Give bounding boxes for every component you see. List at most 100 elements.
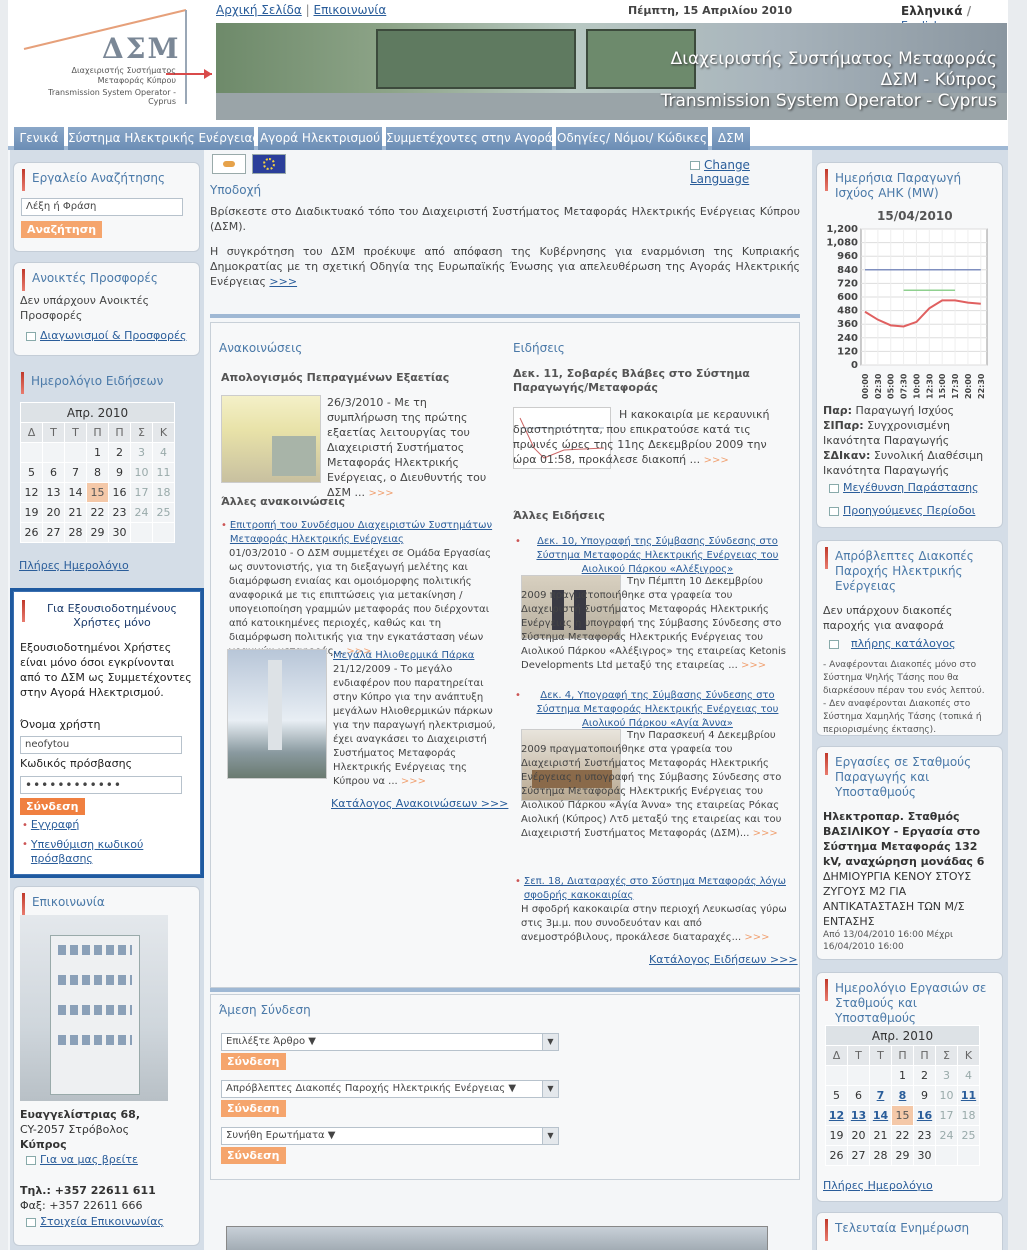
calendar-day[interactable]: 14 (869, 1105, 892, 1126)
calendar-day[interactable]: 2 (913, 1065, 936, 1086)
password-input[interactable]: •••••••••••• (20, 776, 182, 794)
more-arrows[interactable]: >>> (744, 932, 769, 943)
calendar-day[interactable]: 17 (935, 1105, 958, 1126)
calendar-day[interactable]: 4 (152, 442, 175, 463)
calendar-day[interactable]: 6 (42, 462, 65, 483)
register-link[interactable]: Εγγραφή (31, 818, 79, 831)
calendar-day[interactable]: 1 (86, 442, 109, 463)
calendar-day[interactable]: 9 (913, 1085, 936, 1106)
calendar-day[interactable]: 7 (869, 1085, 892, 1106)
lang-greek[interactable]: Ελληνικά (901, 4, 963, 18)
calendar-day[interactable]: 18 (152, 482, 175, 503)
username-input[interactable]: neofytou (20, 736, 182, 754)
calendar-day[interactable]: 14 (64, 482, 87, 503)
calendar-day[interactable]: 13 (847, 1105, 870, 1126)
calendar-day[interactable]: 21 (869, 1125, 892, 1146)
calendar-day[interactable]: 7 (64, 462, 87, 483)
faq-select[interactable]: Συνήθη Ερωτήματα ▼ ▼ (221, 1127, 559, 1145)
calendar-day[interactable]: 12 (20, 482, 43, 503)
calendar-day[interactable]: 1 (891, 1065, 914, 1086)
nav-tab-market[interactable]: Αγορά Ηλεκτρισμού (258, 127, 382, 150)
search-button[interactable]: Αναζήτηση (21, 221, 103, 238)
more-arrows[interactable]: >>> (368, 488, 393, 499)
nav-tab-power-system[interactable]: Σύστημα Ηλεκτρικής Ενέργειας (68, 127, 259, 150)
calendar-day[interactable]: 16 (108, 482, 131, 503)
calendar-day[interactable]: 29 (891, 1145, 914, 1166)
calendar-day[interactable]: 20 (42, 502, 65, 523)
calendar-day[interactable]: 3 (935, 1065, 958, 1086)
flag-cyprus-icon[interactable] (212, 154, 246, 174)
calendar-day[interactable]: 12 (825, 1105, 848, 1126)
more-arrows[interactable]: >>> (741, 660, 766, 671)
calendar-day[interactable]: 5 (20, 462, 43, 483)
home-link[interactable]: Αρχική Σελίδα (216, 3, 302, 17)
report-thumbnail[interactable] (221, 395, 321, 483)
calendar-day[interactable]: 3 (130, 442, 153, 463)
login-button[interactable]: Σύνδεση (20, 798, 85, 815)
search-input[interactable]: Λέξη ή Φράση (21, 198, 183, 216)
password-reminder-link[interactable]: Υπενθύμιση κωδικού πρόσβασης (31, 838, 192, 866)
calendar-day[interactable]: 15 (891, 1105, 914, 1126)
more-arrows[interactable]: >>> (704, 455, 729, 466)
offers-link[interactable]: Διαγωνισμοί & Προσφορές (40, 329, 186, 342)
nav-tab-laws[interactable]: Οδηγίες/ Νόμοι/ Κώδικες (556, 127, 708, 150)
calendar-day[interactable]: 30 (108, 522, 131, 543)
calendar-day[interactable]: 29 (86, 522, 109, 543)
calendar-day[interactable]: 18 (957, 1105, 980, 1126)
welcome-more-link[interactable]: >>> (269, 275, 297, 288)
article-select[interactable]: Επιλέξτε Άρθρο ▼ ▼ (221, 1033, 559, 1051)
outages-select[interactable]: Απρόβλεπτες Διακοπές Παροχής Ηλεκτρικής … (221, 1080, 559, 1098)
enlarge-chart-link[interactable]: Μεγέθυνση Παράστασης (843, 481, 979, 494)
calendar-day[interactable]: 11 (152, 462, 175, 483)
calendar-day[interactable]: 11 (957, 1085, 980, 1106)
full-calendar-link[interactable]: Πλήρες Ημερολόγιο (19, 559, 129, 572)
logo[interactable]: ΔΣΜ Διαχειριστής Συστήματος Μεταφοράς Κύ… (16, 4, 214, 116)
calendar-day[interactable]: 24 (935, 1125, 958, 1146)
flag-eu-icon[interactable] (252, 154, 286, 174)
calendar-day[interactable]: 8 (86, 462, 109, 483)
calendar-day[interactable]: 25 (152, 502, 175, 523)
news-catalog-link[interactable]: Κατάλογος Ειδήσεων >>> (649, 953, 798, 966)
calendar-day[interactable]: 28 (869, 1145, 892, 1166)
direct-link-button-1[interactable]: Σύνδεση (221, 1053, 286, 1070)
calendar-day[interactable]: 19 (825, 1125, 848, 1146)
announcements-catalog-link[interactable]: Κατάλογος Ανακοινώσεων >>> (331, 797, 508, 810)
calendar-day[interactable]: 26 (825, 1145, 848, 1166)
works-full-calendar-link[interactable]: Πλήρες Ημερολόγιο (823, 1179, 933, 1192)
calendar-day[interactable]: 15 (86, 482, 109, 503)
calendar-day[interactable]: 2 (108, 442, 131, 463)
calendar-day[interactable]: 24 (130, 502, 153, 523)
calendar-day[interactable]: 19 (20, 502, 43, 523)
calendar-day[interactable]: 4 (957, 1065, 980, 1086)
announcement-link-2[interactable]: Μεγάλα Ηλιοθερμικά Πάρκα (333, 649, 497, 663)
calendar-day[interactable]: 10 (935, 1085, 958, 1106)
calendar-day[interactable]: 23 (913, 1125, 936, 1146)
news-link-2[interactable]: Δεκ. 4, Υπογραφή της Σύμβασης Σύνδεσης σ… (524, 689, 791, 731)
calendar-day[interactable]: 30 (913, 1145, 936, 1166)
nav-tab-participants[interactable]: Συμμετέχοντες στην Αγορά (386, 127, 553, 150)
calendar-day[interactable]: 22 (891, 1125, 914, 1146)
calendar-day[interactable]: 6 (847, 1085, 870, 1106)
calendar-day[interactable]: 27 (42, 522, 65, 543)
calendar-day[interactable]: 13 (42, 482, 65, 503)
nav-tab-general[interactable]: Γενικά (14, 127, 64, 150)
more-arrows[interactable]: >>> (401, 776, 426, 787)
announcement-link-1[interactable]: Επιτροπή του Συνδέσμου Διαχειριστών Συστ… (230, 519, 499, 547)
calendar-day[interactable]: 25 (957, 1125, 980, 1146)
calendar-day[interactable]: 5 (825, 1085, 848, 1106)
outages-list-link[interactable]: πλήρης κατάλογος (851, 637, 956, 650)
calendar-day[interactable]: 26 (20, 522, 43, 543)
direct-link-button-2[interactable]: Σύνδεση (221, 1100, 286, 1117)
news-link-1[interactable]: Δεκ. 10, Υπογραφή της Σύμβασης Σύνδεσης … (524, 535, 791, 577)
calendar-day[interactable]: 16 (913, 1105, 936, 1126)
calendar-day[interactable]: 17 (130, 482, 153, 503)
calendar-day[interactable]: 20 (847, 1125, 870, 1146)
calendar-day[interactable]: 9 (108, 462, 131, 483)
direct-link-button-3[interactable]: Σύνδεση (221, 1147, 286, 1164)
calendar-day[interactable]: 22 (86, 502, 109, 523)
previous-periods-link[interactable]: Προηγούμενες Περίοδοι (843, 504, 975, 517)
calendar-day[interactable]: 10 (130, 462, 153, 483)
calendar-day[interactable]: 27 (847, 1145, 870, 1166)
production-chart[interactable]: 0 120 240 360 480 600 720 840 960 1,080 1,200 00:00… (821, 225, 993, 407)
solar-park-thumbnail[interactable] (227, 649, 327, 779)
